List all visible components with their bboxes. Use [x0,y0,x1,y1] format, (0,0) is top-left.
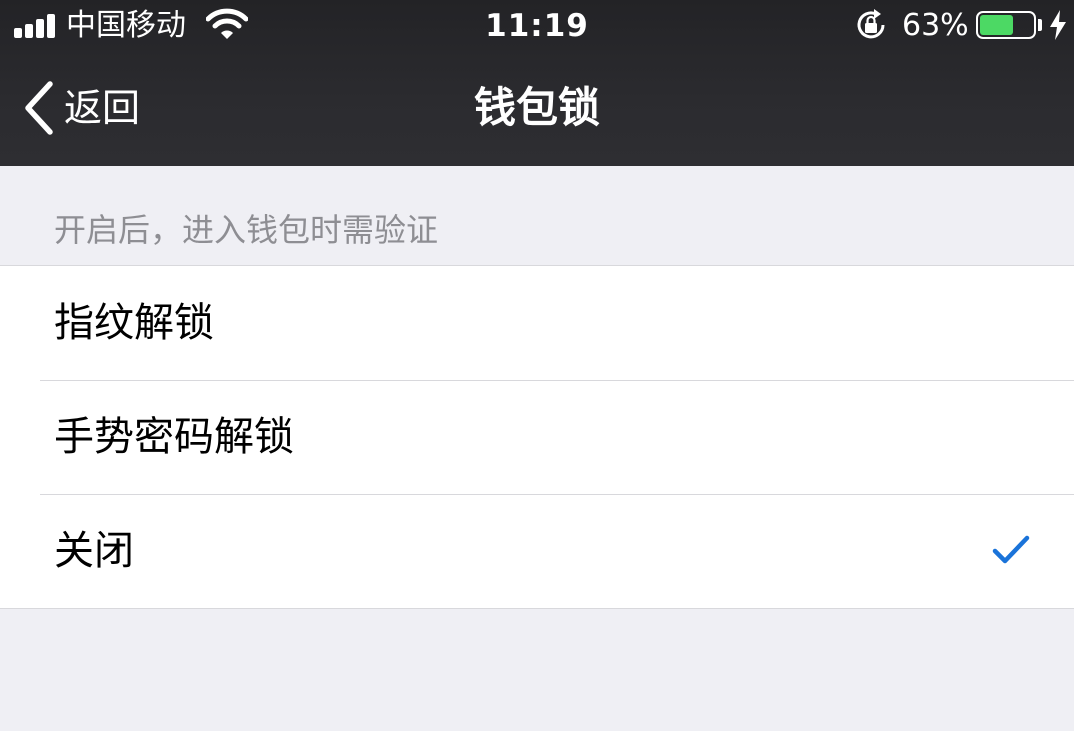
charging-bolt-icon [1050,10,1066,40]
back-label: 返回 [64,86,141,130]
chevron-left-icon [25,81,53,135]
option-gesture-password-unlock[interactable]: 手势密码解锁 [0,380,1074,494]
battery-level-fill [980,15,1013,35]
option-off[interactable]: 关闭 [0,494,1074,608]
option-label: 手势密码解锁 [54,414,294,460]
lock-options-list: 指纹解锁 手势密码解锁 关闭 [0,265,1074,609]
battery-tip [1038,19,1042,31]
status-bar: 中国移动 11:19 63% [0,0,1074,52]
page-title: 钱包锁 [473,83,600,132]
option-fingerprint-unlock[interactable]: 指纹解锁 [0,266,1074,380]
navigation-bar: 返回 钱包锁 [0,52,1074,166]
back-button[interactable]: 返回 [20,76,140,140]
top-bar: 中国移动 11:19 63% 返回 钱包锁 [0,0,1074,166]
battery-icon [976,11,1036,39]
checkmark-icon [992,535,1030,564]
option-label: 关闭 [54,528,134,574]
battery-percent: 63% [902,8,969,43]
option-label: 指纹解锁 [54,300,214,346]
rotation-lock-icon [857,9,885,39]
section-header: 开启后，进入钱包时需验证 [54,211,439,249]
